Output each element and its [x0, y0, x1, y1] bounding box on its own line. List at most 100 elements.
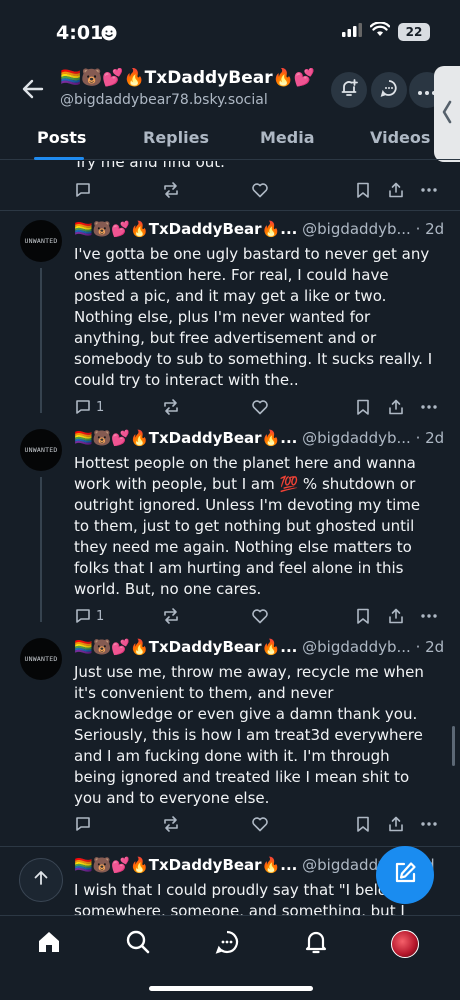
more-icon: [421, 405, 437, 409]
nav-search[interactable]: [122, 928, 154, 960]
bookmark-button[interactable]: [354, 178, 372, 202]
avatar[interactable]: UNWANTED: [20, 220, 62, 262]
message-button[interactable]: [371, 72, 407, 108]
status-time: 4:01: [56, 22, 104, 44]
bookmark-button[interactable]: [354, 395, 372, 419]
signal-icon: [342, 22, 362, 41]
like-button[interactable]: [251, 178, 269, 202]
arrow-up-icon: [32, 869, 50, 891]
post-author[interactable]: 🏳️‍🌈🐻💕🔥TxDaddyBear🔥...: [74, 856, 297, 874]
post-more-button[interactable]: [420, 812, 438, 836]
share-icon: [389, 399, 403, 415]
focus-icon: [101, 25, 117, 45]
reply-button[interactable]: 1: [74, 604, 104, 628]
compose-button[interactable]: [376, 846, 434, 904]
post-time: · 2d: [415, 220, 445, 238]
tab-posts[interactable]: Posts: [37, 128, 86, 147]
post-actions: 1: [74, 395, 444, 419]
like-button[interactable]: [251, 812, 269, 836]
post-text: Hottest people on the planet here and wa…: [74, 454, 421, 598]
post-more-button[interactable]: [420, 604, 438, 628]
scroll-to-top-button[interactable]: [19, 858, 63, 902]
post-author[interactable]: 🏳️‍🌈🐻💕🔥TxDaddyBear🔥...: [74, 638, 297, 656]
repost-button[interactable]: [162, 178, 180, 202]
back-arrow-icon[interactable]: [20, 76, 46, 102]
tab-replies[interactable]: Replies: [143, 128, 209, 147]
post-author[interactable]: 🏳️‍🌈🐻💕🔥TxDaddyBear🔥...: [74, 220, 297, 238]
post-text: I've gotta be one ugly bastard to never …: [74, 245, 433, 389]
share-icon: [389, 182, 403, 198]
repost-button[interactable]: [162, 812, 180, 836]
bell-plus-icon: [339, 78, 359, 102]
post-more-button[interactable]: [420, 395, 438, 419]
avatar[interactable]: UNWANTED: [20, 638, 62, 680]
bookmark-icon: [357, 399, 369, 415]
bookmark-icon: [357, 816, 369, 832]
post-feed: Try me and find out. UNWANTED 🏳️‍🌈🐻💕🔥TxD…: [0, 161, 460, 915]
post-handle[interactable]: @bigdaddyb...: [302, 638, 411, 656]
notifications-icon: [303, 929, 329, 959]
like-icon: [252, 817, 268, 832]
nav-home[interactable]: [33, 928, 65, 960]
share-button[interactable]: [387, 178, 405, 202]
repost-button[interactable]: [162, 395, 180, 419]
bookmark-icon: [357, 608, 369, 624]
reply-button[interactable]: 1: [74, 395, 104, 419]
home-icon: [36, 929, 62, 959]
like-button[interactable]: [251, 395, 269, 419]
post-time: · 2d: [415, 638, 445, 656]
bookmark-button[interactable]: [354, 604, 372, 628]
chat-bubble-icon: [379, 78, 399, 102]
repost-icon: [164, 816, 178, 832]
post-handle[interactable]: @bigdaddyb...: [302, 429, 411, 447]
nav-notifications[interactable]: [300, 928, 332, 960]
like-icon: [252, 400, 268, 415]
share-button[interactable]: [387, 812, 405, 836]
post-actions: [74, 178, 444, 202]
reply-button[interactable]: [74, 812, 92, 836]
battery-indicator: 22: [398, 22, 430, 41]
compose-icon: [392, 860, 418, 890]
nav-messages[interactable]: [211, 928, 243, 960]
post-time: · 2d: [415, 429, 445, 447]
thread-line: [40, 268, 42, 413]
home-indicator: [149, 986, 313, 991]
avatar[interactable]: UNWANTED: [20, 429, 62, 471]
more-icon: [421, 614, 437, 618]
subscribe-notifications-button[interactable]: [331, 72, 367, 108]
repost-icon: [164, 399, 178, 415]
profile-display-name: 🏳️‍🌈🐻💕🔥TxDaddyBear🔥💕...: [60, 68, 314, 88]
tab-media[interactable]: Media: [260, 128, 315, 147]
post-header: 🏳️‍🌈🐻💕🔥TxDaddyBear🔥... @bigdaddyb... · 2…: [74, 220, 446, 242]
profile-handle: @bigdaddybear78.bsky.social: [60, 92, 268, 108]
like-icon: [252, 183, 268, 198]
reply-count: 1: [96, 399, 105, 415]
tab-videos[interactable]: Videos: [370, 128, 430, 147]
post-divider: [0, 846, 460, 847]
repost-icon: [164, 608, 178, 624]
repost-button[interactable]: [162, 604, 180, 628]
nav-profile[interactable]: [389, 928, 421, 960]
more-icon: [421, 188, 437, 192]
post-actions: 1: [74, 604, 444, 628]
scrollbar[interactable]: [452, 726, 455, 766]
search-icon: [125, 929, 151, 959]
share-button[interactable]: [387, 604, 405, 628]
post-more-button[interactable]: [420, 178, 438, 202]
messages-icon: [214, 929, 240, 959]
post-handle[interactable]: @bigdaddyb...: [302, 220, 411, 238]
post-author[interactable]: 🏳️‍🌈🐻💕🔥TxDaddyBear🔥...: [74, 429, 297, 447]
reply-button[interactable]: [74, 178, 92, 202]
post-text: Try me and find out.: [74, 161, 225, 171]
share-button[interactable]: [387, 395, 405, 419]
like-icon: [252, 609, 268, 624]
post-header: 🏳️‍🌈🐻💕🔥TxDaddyBear🔥... @bigdaddyb... · 2…: [74, 638, 446, 660]
bookmark-button[interactable]: [354, 812, 372, 836]
active-tab-indicator: [34, 157, 84, 160]
like-button[interactable]: [251, 604, 269, 628]
reply-icon: [76, 183, 90, 197]
share-icon: [389, 608, 403, 624]
post-header: 🏳️‍🌈🐻💕🔥TxDaddyBear🔥... @bigdaddyb... · 2…: [74, 429, 446, 451]
post-divider: [0, 210, 460, 211]
post-text: Just use me, throw me away, recycle me w…: [74, 663, 424, 807]
